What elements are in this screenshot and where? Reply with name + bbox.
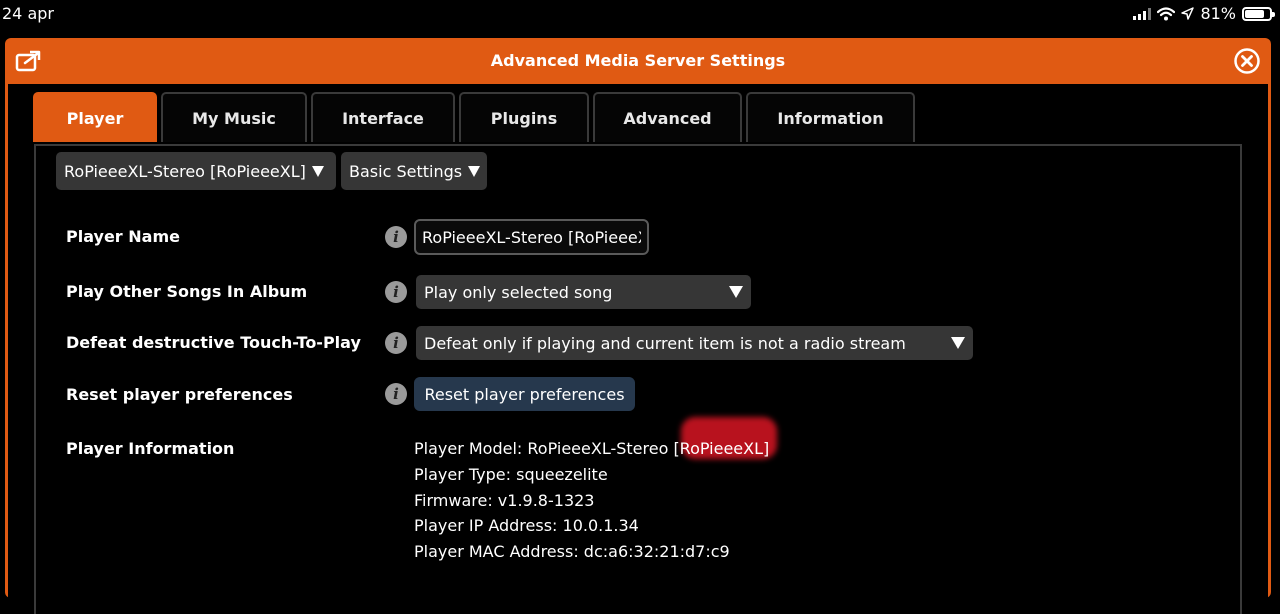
player-mac-text: Player MAC Address: dc:a6:32:21:d7:c9 bbox=[414, 542, 730, 562]
settings-dialog: Advanced Media Server Settings Player My… bbox=[5, 38, 1271, 614]
chevron-down-icon bbox=[729, 286, 743, 298]
firmware-text: Firmware: v1.9.8-1323 bbox=[414, 490, 595, 510]
play-other-songs-select[interactable]: Play only selected song bbox=[416, 275, 751, 309]
chevron-down-icon bbox=[468, 165, 481, 177]
tab-player[interactable]: Player bbox=[33, 92, 157, 142]
info-icon[interactable]: i bbox=[385, 332, 407, 354]
status-indicators: 81% bbox=[1133, 4, 1275, 23]
status-bar: 24 apr 81% bbox=[0, 0, 1280, 30]
battery-percent: 81% bbox=[1200, 4, 1236, 23]
reset-prefs-label: Reset player preferences bbox=[66, 385, 293, 404]
close-circle-icon[interactable] bbox=[1233, 47, 1261, 75]
defeat-touch-select[interactable]: Defeat only if playing and current item … bbox=[416, 326, 973, 360]
defeat-touch-value: Defeat only if playing and current item … bbox=[424, 333, 906, 353]
player-type-text: Player Type: squeezelite bbox=[414, 464, 608, 484]
reset-preferences-button[interactable]: Reset player preferences bbox=[414, 377, 635, 411]
player-name-label: Player Name bbox=[66, 227, 180, 246]
tab-plugins[interactable]: Plugins bbox=[459, 92, 589, 142]
player-info-label: Player Information bbox=[66, 439, 235, 458]
info-icon[interactable]: i bbox=[385, 383, 407, 405]
dialog-title: Advanced Media Server Settings bbox=[490, 51, 786, 70]
player-name-input[interactable] bbox=[414, 219, 649, 255]
player-ip-text: Player IP Address: 10.0.1.34 bbox=[414, 516, 639, 536]
defeat-touch-label: Defeat destructive Touch-To-Play bbox=[66, 333, 361, 352]
play-other-songs-value: Play only selected song bbox=[424, 282, 613, 302]
info-icon[interactable]: i bbox=[385, 281, 407, 303]
dialog-titlebar: Advanced Media Server Settings bbox=[5, 38, 1271, 84]
wifi-icon bbox=[1157, 6, 1176, 20]
tab-information[interactable]: Information bbox=[746, 92, 915, 142]
tab-my-music[interactable]: My Music bbox=[161, 92, 307, 142]
info-icon[interactable]: i bbox=[385, 226, 407, 248]
status-date: 24 apr bbox=[2, 4, 54, 23]
settings-group-value: Basic Settings bbox=[349, 161, 463, 181]
tab-bar: Player My Music Interface Plugins Advanc… bbox=[33, 92, 915, 144]
player-model-text: Player Model: RoPieeeXL-Stereo [RoPieeeX… bbox=[414, 439, 770, 458]
player-info-list: Player Model: RoPieeeXL-Stereo [RoPieeeX… bbox=[414, 436, 769, 565]
cellular-signal-icon bbox=[1133, 7, 1152, 20]
player-select-dropdown[interactable]: RoPieeeXL-Stereo [RoPieeeXL] bbox=[56, 152, 336, 190]
settings-group-dropdown[interactable]: Basic Settings bbox=[341, 152, 487, 190]
battery-fill bbox=[1245, 9, 1265, 18]
tab-advanced[interactable]: Advanced bbox=[593, 92, 742, 142]
chevron-down-icon bbox=[951, 337, 965, 349]
location-arrow-icon bbox=[1181, 7, 1195, 20]
chevron-down-icon bbox=[311, 165, 324, 177]
player-select-value: RoPieeeXL-Stereo [RoPieeeXL] bbox=[64, 161, 306, 181]
play-other-songs-label: Play Other Songs In Album bbox=[66, 282, 308, 301]
tab-interface[interactable]: Interface bbox=[311, 92, 455, 142]
battery-icon bbox=[1242, 6, 1275, 21]
